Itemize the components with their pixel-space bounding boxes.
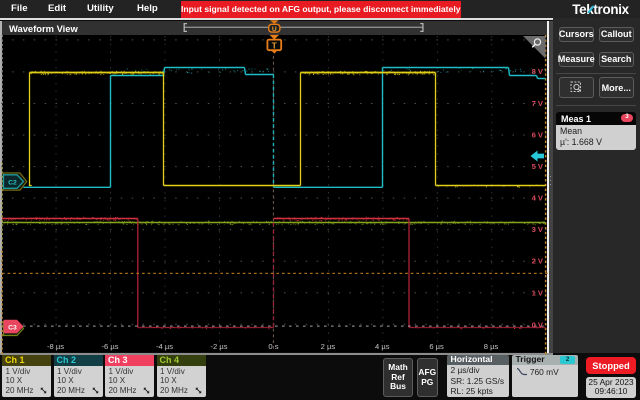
svg-text:8 µs: 8 µs [484,342,499,351]
svg-text:7 V: 7 V [532,99,544,108]
svg-text:-6 µs: -6 µs [101,342,118,351]
svg-text:0 s: 0 s [268,342,278,351]
svg-text:1 V: 1 V [532,289,544,298]
svg-text:6 V: 6 V [532,130,544,139]
svg-text:4 V: 4 V [532,193,544,202]
svg-text:8 V: 8 V [532,67,544,76]
svg-text:-2 µs: -2 µs [210,342,227,351]
svg-text:2 µs: 2 µs [321,342,336,351]
svg-text:5 V: 5 V [532,162,544,171]
svg-text:2 V: 2 V [532,257,544,266]
svg-text:6 µs: 6 µs [429,342,444,351]
svg-text:3 V: 3 V [532,225,544,234]
svg-text:C3: C3 [8,324,17,331]
svg-text:-4 µs: -4 µs [156,342,173,351]
svg-text:-8 µs: -8 µs [47,342,64,351]
svg-text:U: U [272,26,277,33]
svg-text:T: T [272,41,277,50]
svg-text:4 µs: 4 µs [375,342,390,351]
svg-text:0 V: 0 V [532,321,544,330]
svg-text:C2: C2 [8,179,17,186]
